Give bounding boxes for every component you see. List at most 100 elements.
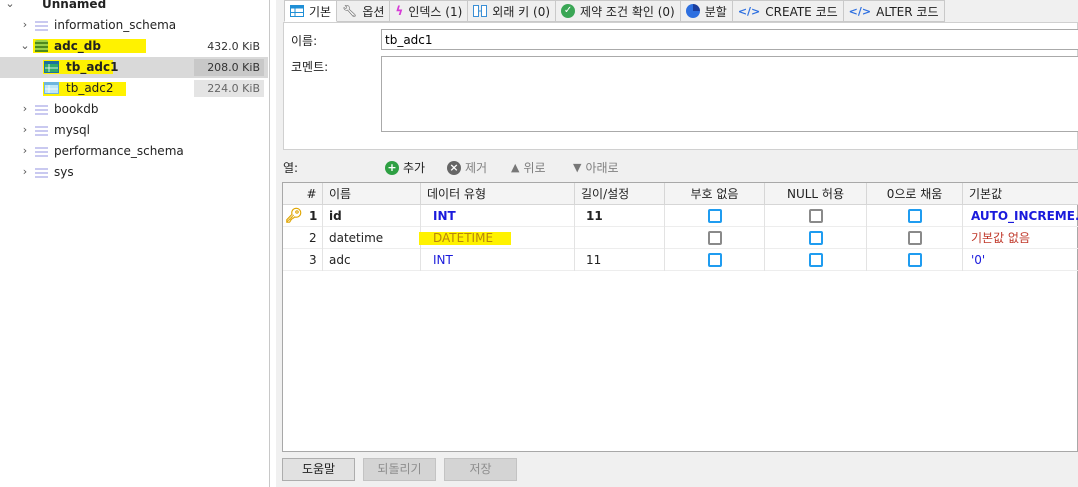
database-icon [35,103,48,115]
tab-partitions[interactable]: 분할 [680,0,733,22]
tab-foreign-keys[interactable]: 외래 키 (0) [468,0,557,22]
tab-alter-code[interactable]: </> ALTER 코드 [843,0,945,22]
tree-item-size: 208.0 KiB [194,59,264,76]
tree-item-information-schema[interactable]: › information_schema [0,15,268,36]
column-header-unsigned[interactable]: 부호 없음 [665,183,765,205]
database-icon [35,124,48,136]
wrench-icon: 🔧︎ [342,4,358,18]
zerofill-checkbox[interactable] [867,205,963,227]
column-header-type[interactable]: 데이터 유형 [421,183,575,205]
columns-label: 열: [283,161,299,175]
tab-basic[interactable]: 기본 [284,0,338,22]
tree-item-label: bookdb [54,102,99,116]
nullable-checkbox[interactable] [765,249,867,271]
database-icon [35,40,48,52]
remove-column-button[interactable]: × 제거 [447,159,487,176]
column-name-cell[interactable]: adc [323,249,421,271]
bottom-button-bar: 도움말 되돌리기 저장 [282,458,1078,482]
database-icon [35,166,48,178]
tree-item-bookdb[interactable]: › bookdb [0,99,268,120]
comment-textarea[interactable] [381,56,1078,132]
tab-create-code[interactable]: </> CREATE 코드 [732,0,844,22]
column-default-cell[interactable]: 기본값 없음 [963,227,1078,249]
code-icon: </> [737,4,761,18]
nullable-checkbox[interactable] [765,205,867,227]
move-up-button[interactable]: ▲ 위로 [511,159,546,176]
tab-check-constraints[interactable]: ✓ 제약 조건 확인 (0) [556,0,681,22]
table-icon [290,5,304,17]
column-name-cell[interactable]: id [323,205,421,227]
column-header-name[interactable]: 이름 [323,183,421,205]
tree-item-label: performance_schema [54,144,184,158]
tree-item-performance-schema[interactable]: › performance_schema [0,141,268,162]
column-name-cell[interactable]: datetime [323,227,421,249]
arrow-down-icon: ▼ [573,161,582,174]
add-column-button[interactable]: + 추가 [385,159,425,176]
table-row[interactable]: 🔑︎ 1 id INT 11 AUTO_INCREME... [283,205,1078,227]
comment-label: 코멘트: [291,60,329,74]
tab-bar: 기본 🔧︎ 옵션 ϟ 인덱스 (1) 외래 키 (0) ✓ 제약 조건 확인 (… [284,0,945,22]
tree-item-size: 224.0 KiB [194,80,264,97]
unsigned-checkbox[interactable] [665,205,765,227]
columns-toolbar: 열: + 추가 × 제거 ▲ 위로 ▼ 아래로 [283,155,1078,179]
save-button[interactable]: 저장 [444,458,517,481]
check-icon: ✓ [561,4,576,18]
move-down-button[interactable]: ▼ 아래로 [573,159,619,176]
column-default-cell[interactable]: AUTO_INCREME... [963,205,1078,227]
tree-item-tb-adc1[interactable]: tb_adc1 208.0 KiB [0,57,268,78]
database-icon [35,145,48,157]
column-default-cell[interactable]: '0' [963,249,1078,271]
columns-grid[interactable]: # 이름 데이터 유형 길이/설정 부호 없음 NULL 허용 0으로 채움 기… [282,182,1078,452]
column-length-cell[interactable]: 11 [575,205,665,227]
tab-label: 옵션 [362,4,385,19]
tree-item-adc-db[interactable]: ⌄ adc_db 432.0 KiB [0,36,268,57]
column-type-cell[interactable]: DATETIME [421,227,575,249]
remove-column-label: 제거 [465,161,488,175]
tab-label: ALTER 코드 [876,4,939,19]
tab-indexes[interactable]: ϟ 인덱스 (1) [390,0,469,22]
column-header-length[interactable]: 길이/설정 [575,183,665,205]
revert-button[interactable]: 되돌리기 [363,458,436,481]
column-header-nullable[interactable]: NULL 허용 [765,183,867,205]
row-number: 1 [283,205,323,227]
unsigned-checkbox[interactable] [665,227,765,249]
table-name-input[interactable] [381,29,1078,50]
column-type-cell[interactable]: INT [421,249,575,271]
tree-item-sys[interactable]: › sys [0,162,268,183]
column-length-cell[interactable]: 11 [575,249,665,271]
nullable-checkbox[interactable] [765,227,867,249]
help-button[interactable]: 도움말 [282,458,355,481]
column-header-zerofill[interactable]: 0으로 채움 [867,183,963,205]
table-row[interactable]: 3 adc INT 11 '0' [283,249,1078,271]
tree-item-tb-adc2[interactable]: tb_adc2 224.0 KiB [0,78,268,99]
column-length-cell[interactable] [575,227,665,249]
column-header-number[interactable]: # [283,183,323,205]
chevron-right-icon[interactable]: › [19,123,31,137]
database-tree[interactable]: ⌄ Unnamed › information_schema ⌄ adc_db … [0,0,270,487]
pie-icon [685,4,700,18]
column-type-cell[interactable]: INT [421,205,575,227]
remove-icon: × [447,160,461,175]
tree-item-mysql[interactable]: › mysql [0,120,268,141]
grid-header-row: # 이름 데이터 유형 길이/설정 부호 없음 NULL 허용 0으로 채움 기… [283,183,1078,205]
chevron-right-icon[interactable]: › [19,144,31,158]
chevron-right-icon[interactable]: › [19,18,31,32]
chevron-down-icon[interactable]: ⌄ [4,0,16,11]
column-header-default[interactable]: 기본값 [963,183,1078,205]
name-label: 이름: [291,34,318,48]
chevron-right-icon[interactable]: › [19,102,31,116]
tab-label: 제약 조건 확인 (0) [580,4,675,19]
tab-options[interactable]: 🔧︎ 옵션 [337,0,391,22]
table-row[interactable]: 2 datetime DATETIME 기본값 없음 [283,227,1078,249]
tree-root[interactable]: ⌄ Unnamed [0,0,268,15]
chevron-down-icon[interactable]: ⌄ [19,39,31,53]
table-icon [44,82,59,94]
zerofill-checkbox[interactable] [867,249,963,271]
basic-properties-panel: 이름: 코멘트: [283,22,1078,150]
unsigned-checkbox[interactable] [665,249,765,271]
tab-label: 분할 [704,4,727,19]
row-number: 3 [283,249,323,271]
move-down-label: 아래로 [585,161,619,175]
chevron-right-icon[interactable]: › [19,165,31,179]
zerofill-checkbox[interactable] [867,227,963,249]
